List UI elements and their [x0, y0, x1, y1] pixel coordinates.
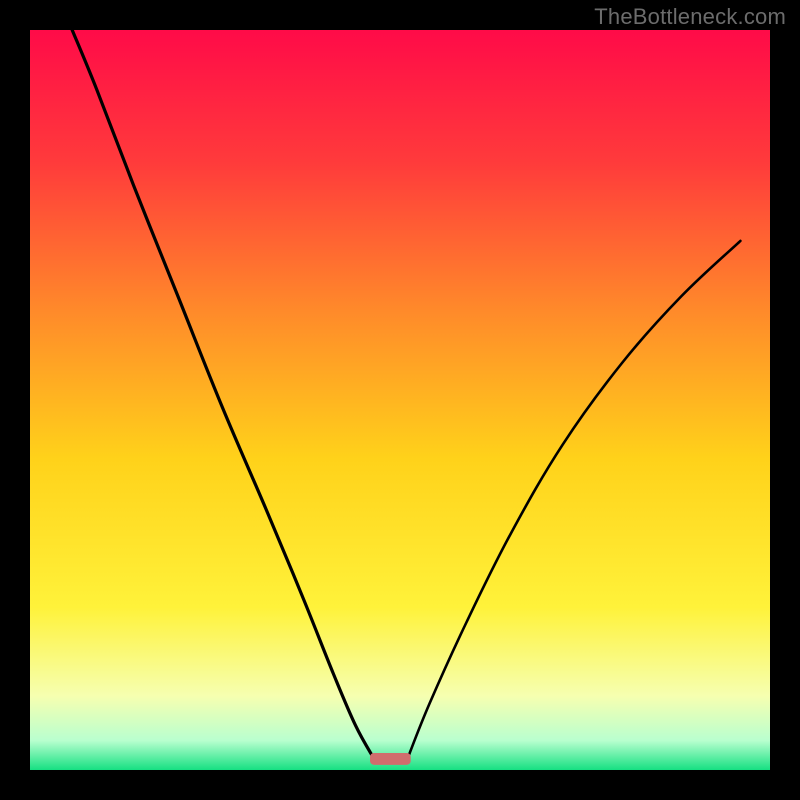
- watermark-text: TheBottleneck.com: [594, 4, 786, 30]
- plot-background: [30, 30, 770, 770]
- bottleneck-chart: [0, 0, 800, 800]
- chart-frame: TheBottleneck.com: [0, 0, 800, 800]
- minimum-marker: [370, 753, 411, 765]
